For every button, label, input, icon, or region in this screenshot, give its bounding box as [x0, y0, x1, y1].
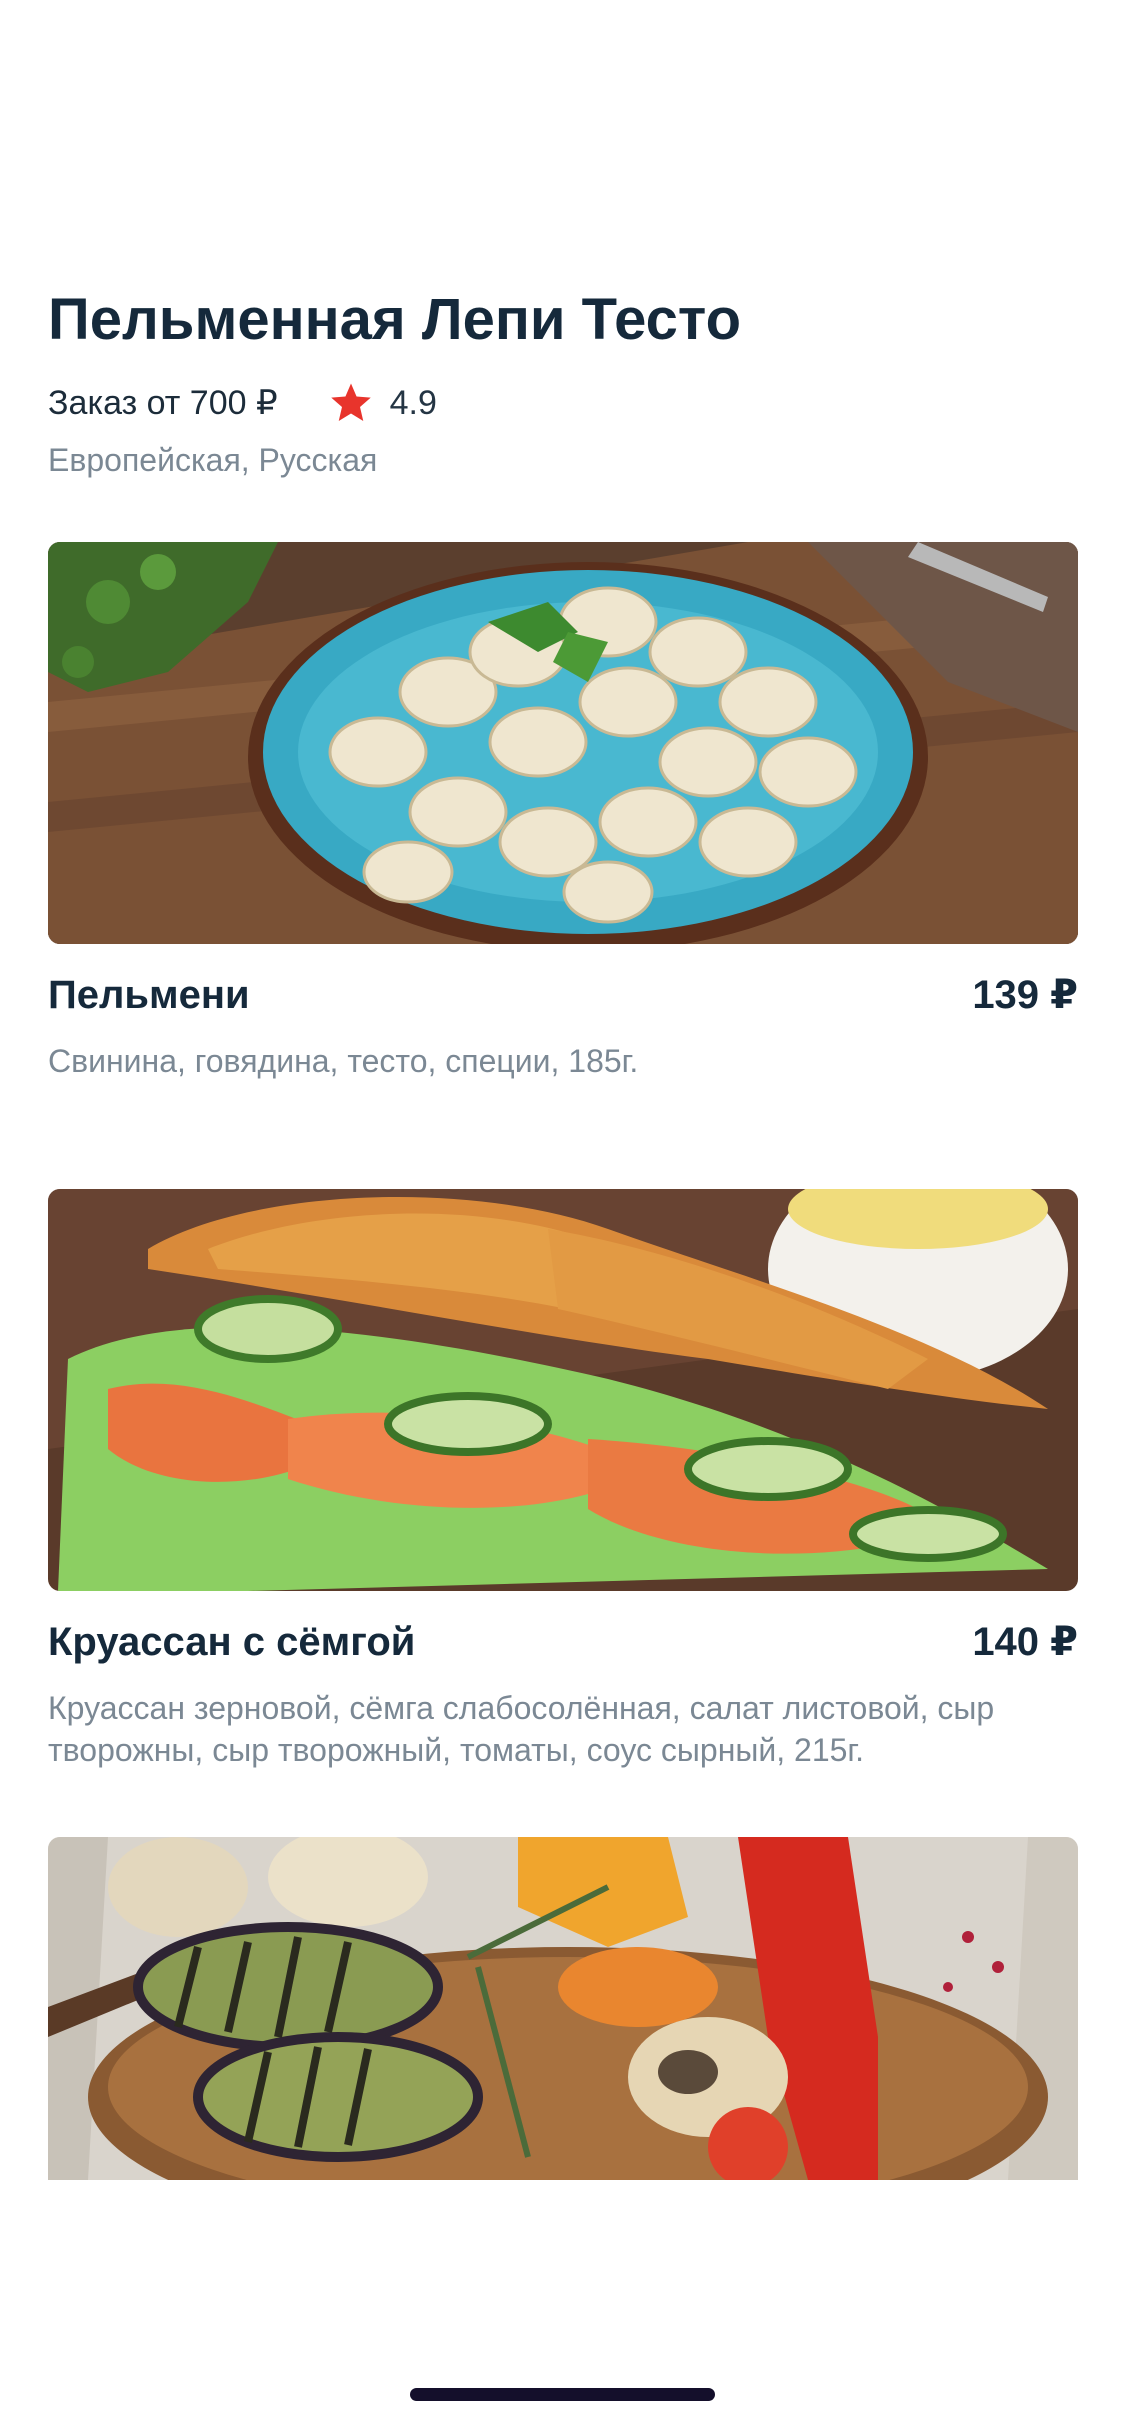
dish-row: Круассан с сёмгой 140 ₽ — [48, 1617, 1078, 1667]
dish-price: 139 ₽ — [972, 973, 1078, 1017]
dish-row: Пельмени 139 ₽ — [48, 970, 1078, 1020]
dish-card-pelmeni[interactable]: Пельмени 139 ₽ Свинина, говядина, тесто,… — [48, 542, 1078, 1082]
rating-value: 4.9 — [389, 383, 437, 422]
min-order-label: Заказ от 700 ₽ — [48, 384, 278, 422]
dish-name: Пельмени — [48, 972, 250, 1017]
dish-description: Круассан зерновой, сёмга слабосолённая, … — [48, 1690, 995, 1768]
restaurant-title: Пельменная Лепи Тесто — [48, 287, 741, 352]
dish-description: Свинина, говядина, тесто, специи, 185г. — [48, 1043, 639, 1079]
restaurant-meta: Заказ от 700 ₽ 4.9 — [48, 378, 1078, 428]
dish-card-croissant[interactable]: Круассан с сёмгой 140 ₽ Круассан зерново… — [48, 1189, 1078, 1771]
star-icon — [330, 383, 371, 422]
dish-price: 140 ₽ — [972, 1620, 1078, 1664]
dish-photo-grilled-vegetables — [48, 1837, 1078, 2180]
restaurant-header: Пельменная Лепи Тесто Заказ от 700 ₽ 4.9… — [48, 280, 1078, 479]
home-indicator[interactable] — [410, 2388, 715, 2401]
dish-card-grilled-vegetables[interactable] — [48, 1837, 1078, 2180]
dish-photo-croissant — [48, 1189, 1078, 1591]
cuisine-label: Европейская, Русская — [48, 442, 378, 478]
rating: 4.9 — [328, 380, 437, 426]
dish-name: Круассан с сёмгой — [48, 1619, 416, 1664]
dish-photo-pelmeni — [48, 542, 1078, 944]
